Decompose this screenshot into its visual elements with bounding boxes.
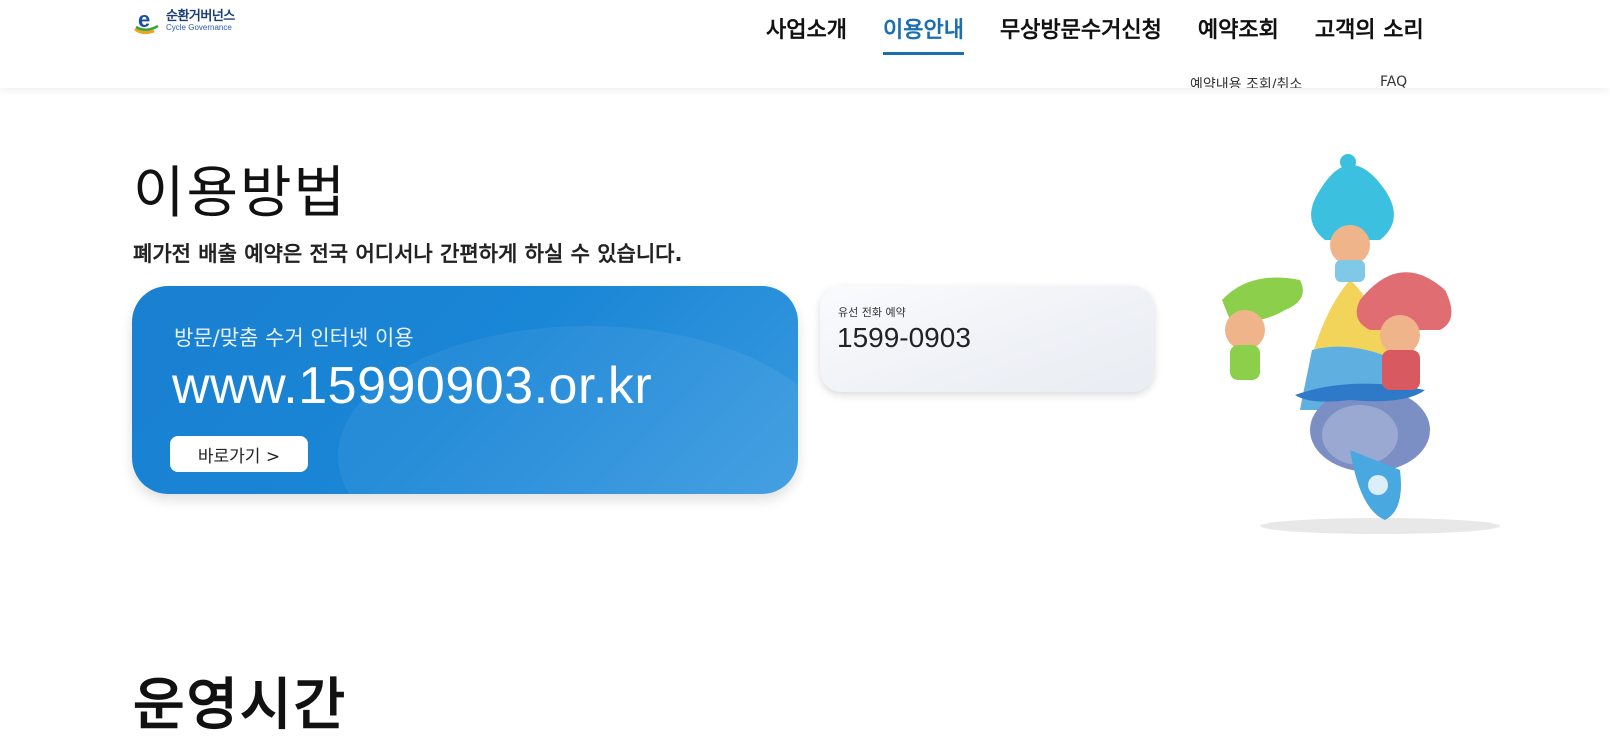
site-logo[interactable]: e 순환거버넌스 Cycle Governance [132,6,235,36]
submenu-reservation-lookup[interactable]: 예약내용 조회/취소 [1190,74,1302,88]
nav-item-business[interactable]: 사업소개 [766,12,847,52]
logo-subtitle: Cycle Governance [166,23,232,32]
logo-text: 순환거버넌스 Cycle Governance [166,10,235,32]
phone-card-label: 유선 전화 예약 [838,306,906,319]
nav-item-customer-voice[interactable]: 고객의 소리 [1315,12,1424,52]
submenu-faq[interactable]: FAQ [1380,74,1407,88]
site-header: e 순환거버넌스 Cycle Governance 사업소개 이용안내 무상방문… [0,0,1610,88]
internet-card-url[interactable]: www.15990903.or.kr [172,356,652,416]
nav-item-guide[interactable]: 이용안내 [882,12,964,55]
page-description: 폐가전 배출 예약은 전국 어디서나 간편하게 하실 수 있습니다. [133,242,683,266]
e-logo-icon: e [134,7,159,35]
logo-title: 순환거버넌스 [166,9,235,24]
internet-card-label: 방문/맞춤 수거 인터넷 이용 [174,326,414,350]
go-button[interactable]: 바로가기 > [170,436,308,472]
page-title: 이용방법 [133,161,348,226]
phone-number[interactable]: 1599-0903 [837,322,971,354]
nav-item-reservation-lookup[interactable]: 예약조회 [1198,12,1279,52]
main-nav: 사업소개 이용안내 무상방문수거신청 예약조회 고객의 소리 [766,12,1424,55]
svg-text:e: e [138,7,150,32]
mascot-illustration [1222,154,1500,534]
nav-item-free-pickup[interactable]: 무상방문수거신청 [1000,12,1162,52]
phone-reservation-card: 유선 전화 예약 1599-0903 [820,286,1154,392]
section-title-operating-hours: 운영시간 [133,673,348,738]
internet-reservation-card: 방문/맞춤 수거 인터넷 이용 www.15990903.or.kr 바로가기 … [132,286,798,494]
